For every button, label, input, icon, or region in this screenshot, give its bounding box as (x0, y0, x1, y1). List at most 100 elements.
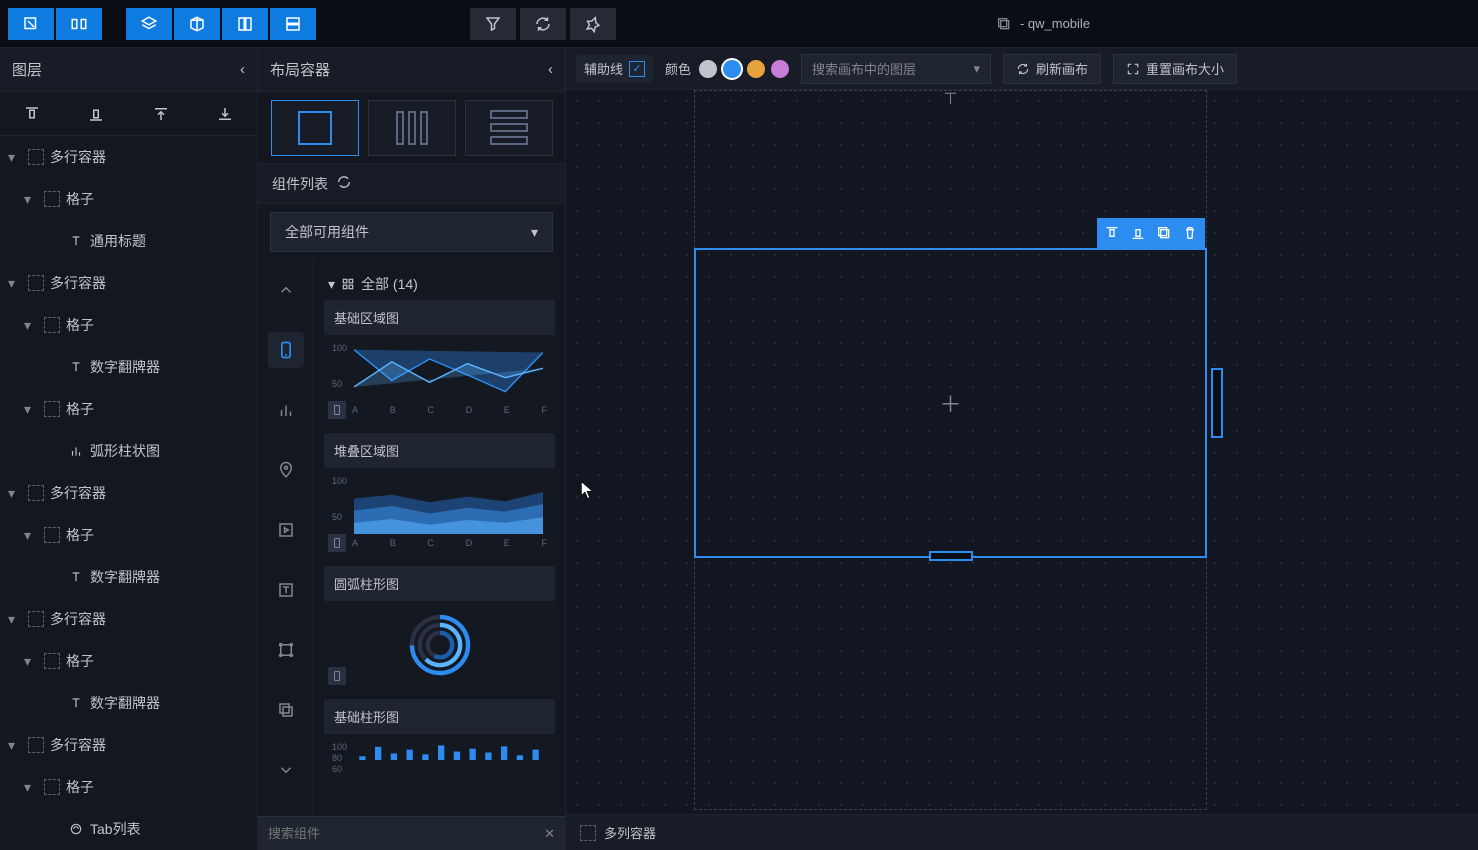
layer-item[interactable]: Tab列表 (0, 808, 257, 850)
align-bottom-icon[interactable] (85, 103, 107, 125)
color-swatch[interactable] (723, 60, 741, 78)
caret-icon: ▾ (24, 317, 38, 334)
toolbar-btn-pin[interactable] (570, 8, 616, 40)
sel-delete-icon[interactable] (1181, 224, 1199, 242)
add-component-icon[interactable]: ＋ (939, 387, 961, 419)
sel-copy-icon[interactable] (1155, 224, 1173, 242)
collapse-layers-icon[interactable]: ‹ (240, 61, 245, 78)
aux-lines-toggle[interactable]: 辅助线 (576, 55, 653, 82)
toolbar-btn-refresh[interactable] (520, 8, 566, 40)
component-group-header[interactable]: ▾ 全部 (14) (324, 268, 555, 300)
app-title: - qw_mobile (616, 16, 1470, 32)
layer-item[interactable]: ▾多行容器 (0, 136, 257, 178)
toolbar-btn-split-v[interactable] (222, 8, 268, 40)
cat-map-icon[interactable] (268, 452, 304, 488)
artboard-top-marker: ⊤ (944, 90, 958, 109)
footer-breadcrumb[interactable]: 多列容器 (604, 823, 656, 842)
toolbar-btn-layout[interactable] (56, 8, 102, 40)
toolbar-btn-edit[interactable] (8, 8, 54, 40)
layer-item[interactable]: ▾格子 (0, 178, 257, 220)
layer-item[interactable]: ▾多行容器 (0, 472, 257, 514)
align-down-arrow-icon[interactable] (214, 103, 236, 125)
cat-stack-icon[interactable] (268, 692, 304, 728)
layer-item[interactable]: 通用标题 (0, 220, 257, 262)
layer-label: 弧形柱状图 (90, 441, 160, 461)
color-swatch[interactable] (747, 60, 765, 78)
text-icon (68, 569, 84, 585)
layer-item[interactable]: ▾格子 (0, 514, 257, 556)
mode-rows[interactable] (465, 100, 553, 156)
sel-align-bottom-icon[interactable] (1129, 224, 1147, 242)
layer-item[interactable]: ▾格子 (0, 640, 257, 682)
resize-handle-bottom[interactable] (929, 551, 973, 561)
mode-single[interactable] (271, 100, 359, 156)
refresh-components-icon[interactable] (336, 174, 352, 193)
close-icon[interactable]: ✕ (544, 826, 555, 842)
search-canvas-layers[interactable]: 搜索画布中的图层 ▾ (801, 54, 991, 84)
layer-item[interactable]: ▾多行容器 (0, 724, 257, 766)
chevron-down-icon: ▾ (974, 61, 981, 77)
canvas-area: 辅助线 颜色 搜索画布中的图层 ▾ 刷新画布 重置画布大小 (566, 48, 1478, 850)
mobile-badge-icon (328, 401, 346, 419)
checkbox-checked-icon (629, 61, 645, 77)
align-up-arrow-icon[interactable] (150, 103, 172, 125)
refresh-canvas-button[interactable]: 刷新画布 (1003, 54, 1101, 84)
align-top-icon[interactable] (21, 103, 43, 125)
layer-item[interactable]: 弧形柱状图 (0, 430, 257, 472)
cat-media-icon[interactable] (268, 512, 304, 548)
layer-item[interactable]: ▾多行容器 (0, 262, 257, 304)
layer-item[interactable]: ▾格子 (0, 388, 257, 430)
cat-collapse-up-icon[interactable] (268, 272, 304, 308)
collapse-layout-icon[interactable]: ‹ (548, 61, 553, 78)
layer-label: 通用标题 (90, 231, 146, 251)
color-swatch[interactable] (771, 60, 789, 78)
cat-mobile-icon[interactable] (268, 332, 304, 368)
reset-canvas-size-button[interactable]: 重置画布大小 (1113, 54, 1237, 84)
component-card-arc-bar[interactable]: 圆弧柱形图 (324, 566, 555, 689)
container-icon (44, 527, 60, 543)
layers-alignment-tools (0, 92, 257, 136)
color-picker: 颜色 (665, 59, 789, 78)
component-card-bar-basic[interactable]: 基础柱形图 1008060 (324, 699, 555, 782)
layer-label: 多行容器 (50, 735, 106, 755)
layer-item[interactable]: ▾格子 (0, 766, 257, 808)
caret-icon: ▾ (24, 527, 38, 544)
toolbar-btn-filter[interactable] (470, 8, 516, 40)
layer-item[interactable]: 数字翻牌器 (0, 682, 257, 724)
cat-frame-icon[interactable] (268, 632, 304, 668)
resize-handle-right[interactable] (1211, 368, 1223, 438)
color-swatch[interactable] (699, 60, 717, 78)
layer-item[interactable]: ▾格子 (0, 304, 257, 346)
layer-item[interactable]: 数字翻牌器 (0, 556, 257, 598)
layer-item[interactable]: ▾多行容器 (0, 598, 257, 640)
component-list: ▾ 全部 (14) 基础区域图 10050 (314, 260, 565, 850)
cat-chart-icon[interactable] (268, 392, 304, 428)
mode-columns[interactable] (368, 100, 456, 156)
layout-modes (258, 92, 565, 164)
toolbar-btn-layers[interactable] (126, 8, 172, 40)
caret-icon: ▾ (8, 611, 22, 628)
toolbar-btn-cube[interactable] (174, 8, 220, 40)
component-search-input[interactable] (268, 826, 544, 841)
canvas-stage[interactable]: ⊤ ＋ (566, 90, 1478, 814)
toolbar-btn-split-h[interactable] (270, 8, 316, 40)
caret-icon: ▾ (24, 401, 38, 418)
container-icon (44, 401, 60, 417)
caret-icon: ▾ (24, 653, 38, 670)
layer-label: 多行容器 (50, 483, 106, 503)
component-card-area-stacked[interactable]: 堆叠区域图 10050 ABCDEF (324, 433, 555, 556)
container-icon (28, 485, 44, 501)
layer-label: 数字翻牌器 (90, 567, 160, 587)
selected-container[interactable]: ＋ (694, 248, 1207, 558)
fullscreen-icon (1126, 62, 1140, 76)
cat-collapse-down-icon[interactable] (268, 752, 304, 788)
copy-icon (996, 16, 1012, 32)
text-icon (68, 233, 84, 249)
caret-icon: ▾ (8, 275, 22, 292)
component-card-area-basic[interactable]: 基础区域图 10050 ABCDEF (324, 300, 555, 423)
cat-text-icon[interactable] (268, 572, 304, 608)
layer-item[interactable]: 数字翻牌器 (0, 346, 257, 388)
layer-label: 格子 (66, 189, 94, 209)
sel-align-top-icon[interactable] (1103, 224, 1121, 242)
components-filter-dropdown[interactable]: 全部可用组件 ▾ (270, 212, 553, 252)
